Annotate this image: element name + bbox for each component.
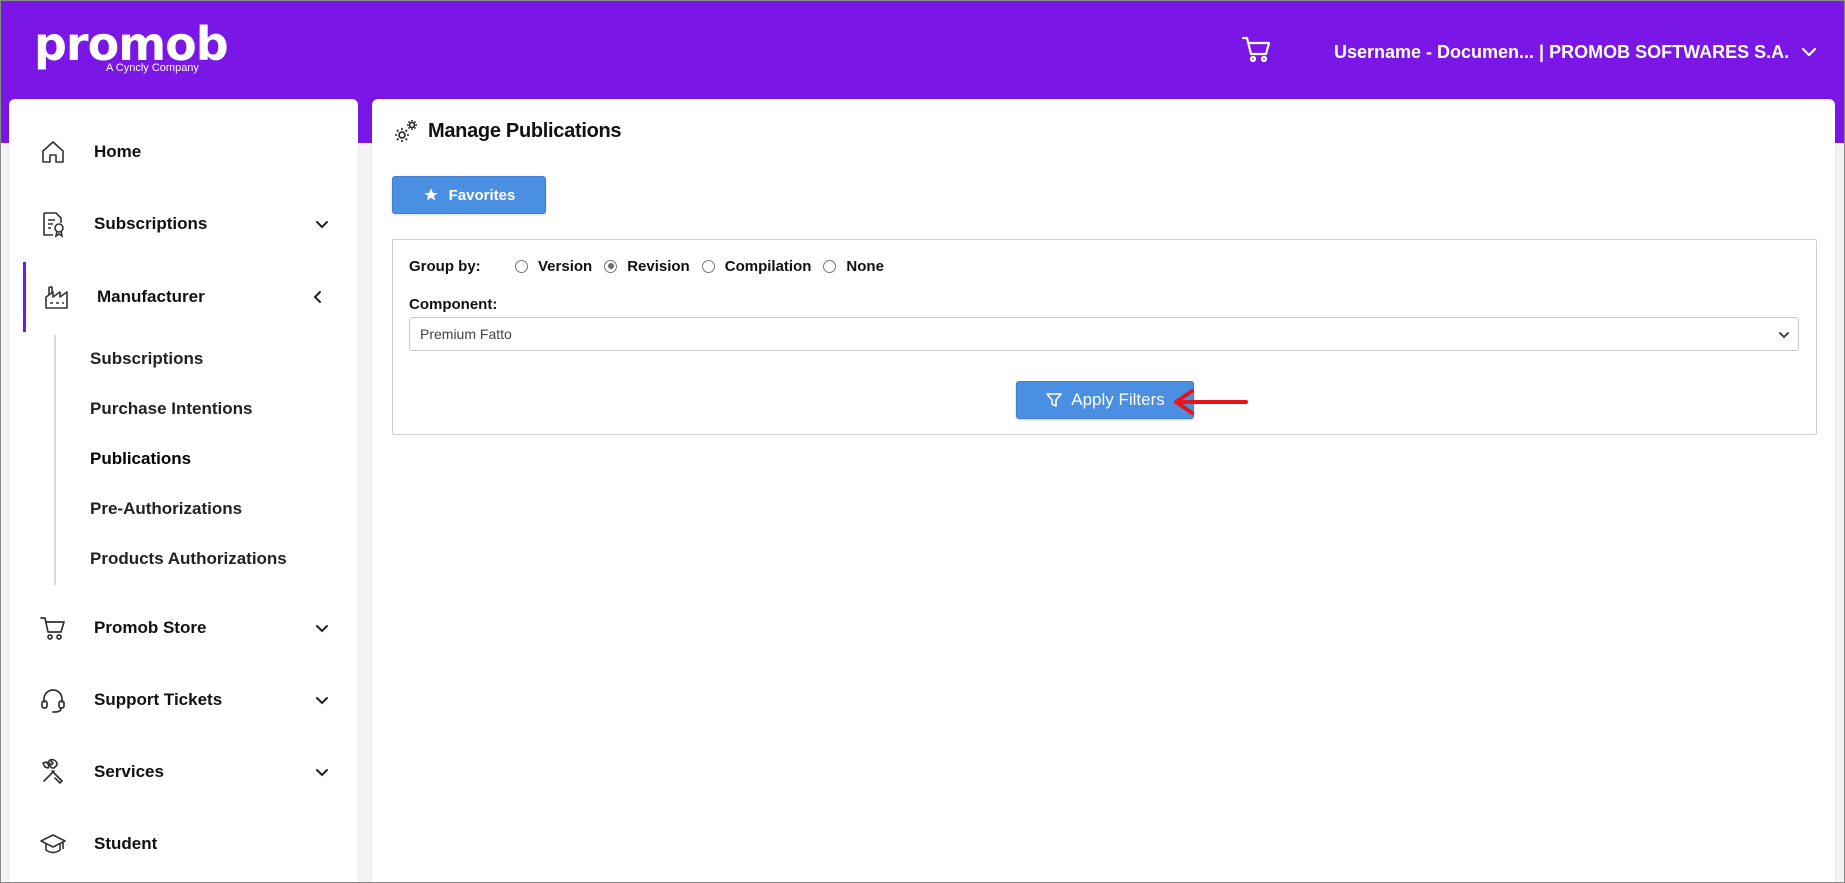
component-select-value: Premium Fatto xyxy=(420,326,512,342)
home-icon xyxy=(42,141,64,163)
manufacturer-submenu: Subscriptions Purchase Intentions Public… xyxy=(54,335,354,585)
submenu-item-products-authorizations[interactable]: Products Authorizations xyxy=(90,549,287,569)
radio-label: Compilation xyxy=(724,257,812,275)
radio-compilation[interactable]: Compilation xyxy=(701,257,812,275)
chevron-down-icon xyxy=(316,625,328,633)
submenu-item-subscriptions[interactable]: Subscriptions xyxy=(90,349,203,369)
favorites-button-label: Favorites xyxy=(448,186,516,204)
radio-button[interactable] xyxy=(701,259,715,273)
filter-panel: Group by: Version Revision Compilation N… xyxy=(392,239,1817,435)
submenu-item-purchase-intentions[interactable]: Purchase Intentions xyxy=(90,399,252,419)
chevron-down-icon xyxy=(316,697,328,705)
sidebar-item-label: Promob Store xyxy=(94,618,207,637)
annotation-arrow-icon xyxy=(1174,389,1248,415)
radio-button-checked[interactable] xyxy=(604,259,618,273)
group-by-row: Group by: Version Revision Compilation N… xyxy=(409,254,896,278)
sidebar-item-student[interactable]: Student xyxy=(9,814,358,874)
sidebar-item-label: Support Tickets xyxy=(94,690,223,709)
radio-label: Revision xyxy=(627,257,690,275)
page-title: Manage Publications xyxy=(428,119,622,142)
chevron-left-icon xyxy=(313,291,321,303)
page-header: Manage Publications xyxy=(392,117,622,145)
chevron-down-icon xyxy=(1802,47,1817,57)
component-select[interactable]: Premium Fatto xyxy=(409,317,1799,351)
chevron-down-icon xyxy=(316,221,328,229)
apply-filters-button[interactable]: Apply Filters xyxy=(1016,381,1194,419)
chevron-down-icon xyxy=(316,769,328,777)
sidebar-item-support-tickets[interactable]: Support Tickets xyxy=(9,670,358,730)
group-by-label: Group by: xyxy=(409,257,481,275)
sidebar-item-label: Manufacturer xyxy=(97,287,205,306)
factory-icon xyxy=(45,286,68,309)
radio-button[interactable] xyxy=(823,259,837,273)
cart-icon[interactable] xyxy=(1240,32,1274,66)
sidebar-item-label: Student xyxy=(94,834,158,853)
main-panel: Manage Publications Favorites Group by: … xyxy=(372,99,1835,883)
filter-icon xyxy=(1046,393,1063,407)
apply-filters-label: Apply Filters xyxy=(1071,390,1165,409)
submenu-guide-line xyxy=(54,335,56,585)
submenu-item-pre-authorizations[interactable]: Pre-Authorizations xyxy=(90,499,242,519)
sidebar-item-label: Subscriptions xyxy=(94,214,208,233)
certificate-document-icon xyxy=(43,212,64,238)
submenu-item-publications[interactable]: Publications xyxy=(90,449,191,469)
headset-icon xyxy=(41,689,65,713)
active-indicator xyxy=(23,262,26,332)
sidebar-item-promob-store[interactable]: Promob Store xyxy=(9,598,358,658)
sidebar-item-subscriptions[interactable]: Subscriptions xyxy=(9,194,358,254)
gears-icon xyxy=(395,120,417,142)
sidebar: Home Subscriptions Manufacturer Subscrip… xyxy=(9,99,358,883)
sidebar-item-label: Services xyxy=(94,762,164,781)
chevron-down-icon xyxy=(1779,332,1789,339)
radio-version[interactable]: Version xyxy=(515,258,592,275)
sidebar-item-label: Home xyxy=(94,142,142,161)
component-label: Component: xyxy=(409,296,498,313)
star-icon xyxy=(423,188,438,201)
radio-button[interactable] xyxy=(515,259,528,273)
logo-tagline: A Cyncly Company xyxy=(106,62,199,74)
radio-revision[interactable]: Revision xyxy=(604,258,690,275)
sidebar-item-services[interactable]: Services xyxy=(9,742,358,802)
promob-logo[interactable]: promob A Cyncly Company xyxy=(34,18,229,74)
radio-none[interactable]: None xyxy=(823,258,884,275)
sidebar-item-home[interactable]: Home xyxy=(9,122,358,182)
cart-icon xyxy=(40,617,65,640)
user-account-label: Username - Documen... | PROMOB SOFTWARES… xyxy=(1334,41,1790,62)
radio-label: Version xyxy=(538,257,593,275)
user-account-menu[interactable]: Username - Documen... | PROMOB SOFTWARES… xyxy=(1334,38,1817,66)
tools-icon xyxy=(42,758,63,784)
favorites-button[interactable]: Favorites xyxy=(392,176,546,214)
graduation-cap-icon xyxy=(40,834,66,854)
radio-label: None xyxy=(846,257,884,275)
sidebar-item-manufacturer[interactable]: Manufacturer xyxy=(9,262,358,332)
